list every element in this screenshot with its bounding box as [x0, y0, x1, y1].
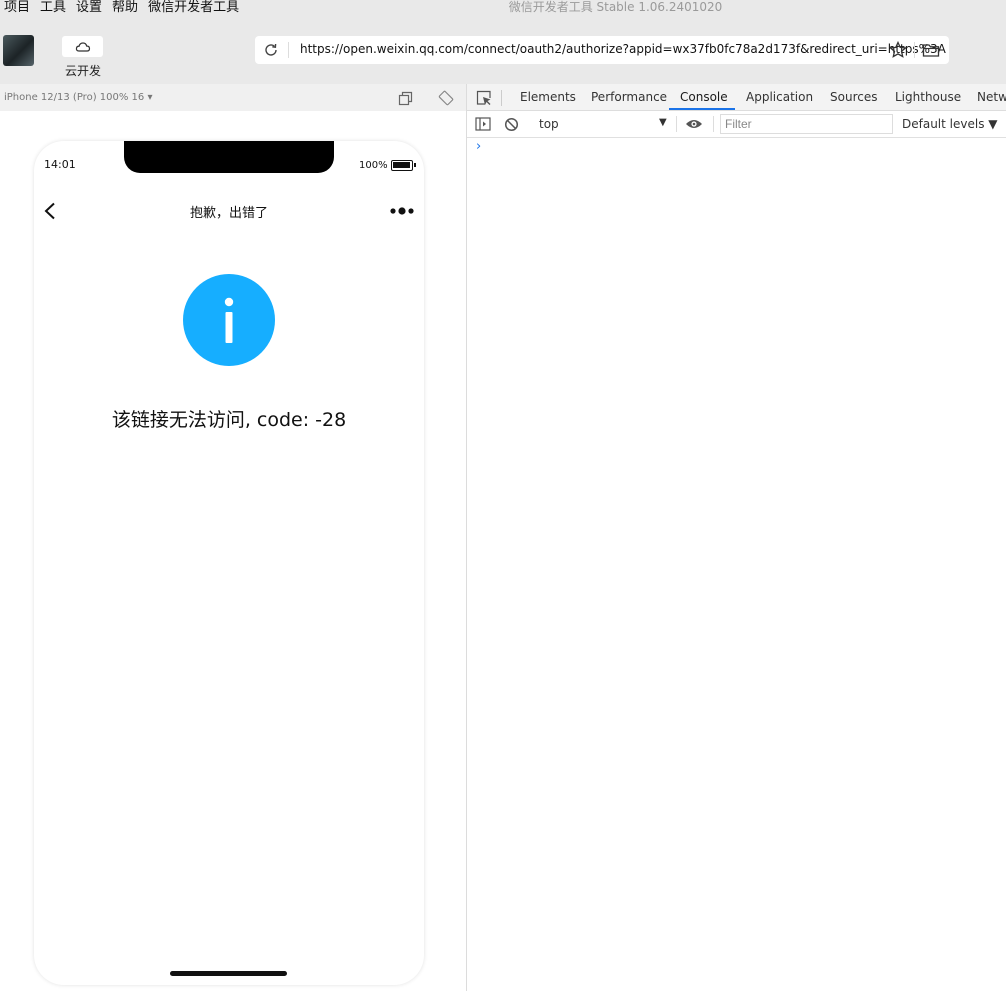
inspect-element-icon[interactable]	[476, 90, 492, 106]
address-separator-2	[914, 42, 915, 58]
dropdown-icon[interactable]: ▼	[659, 117, 667, 128]
battery-percent: 100%	[359, 160, 388, 171]
tab-network[interactable]: Netw	[977, 90, 1006, 104]
tab-application[interactable]: Application	[746, 90, 813, 104]
log-levels-dropdown[interactable]: Default levels ▼	[902, 117, 998, 131]
context-selector[interactable]: top	[539, 117, 559, 131]
console-prompt[interactable]: ›	[476, 139, 481, 154]
phone-frame: 14:01 100% 抱歉，出错了 该链接无法访问, code: -28	[34, 141, 424, 985]
window-title: 微信开发者工具 Stable 1.06.2401020	[508, 0, 723, 14]
clear-console-icon[interactable]	[504, 117, 519, 132]
eye-icon[interactable]	[685, 118, 703, 130]
tab-elements[interactable]: Elements	[520, 90, 576, 104]
star-icon[interactable]	[889, 41, 907, 59]
sidebar-toggle-icon[interactable]	[475, 117, 491, 131]
console-separator-2	[713, 116, 714, 132]
tab-sources[interactable]: Sources	[830, 90, 877, 104]
rotate-icon[interactable]	[438, 90, 454, 106]
console-separator	[676, 116, 677, 132]
filter-input[interactable]	[720, 114, 893, 134]
toolbar: 云开发 https://open.weixin.qq.com/connect/o…	[0, 16, 1006, 84]
url-text[interactable]: https://open.weixin.qq.com/connect/oauth…	[300, 42, 946, 56]
home-indicator	[170, 971, 287, 976]
menubar: 项目 工具 设置 帮助 微信开发者工具 微信开发者工具 Stable 1.06.…	[0, 0, 1006, 16]
status-time: 14:01	[44, 158, 76, 171]
nav-title: 抱歉，出错了	[189, 206, 268, 221]
folder-icon[interactable]	[922, 42, 940, 58]
cloud-icon	[75, 41, 90, 52]
simulator-toolbar: iPhone 12/13 (Pro) 100% 16 ▾	[0, 84, 466, 111]
device-selector[interactable]: iPhone 12/13 (Pro) 100% 16 ▾	[4, 92, 152, 103]
tab-console[interactable]: Console	[680, 90, 728, 104]
tab-performance[interactable]: Performance	[591, 90, 667, 104]
phone-notch	[124, 141, 334, 173]
cloud-dev-button[interactable]	[62, 36, 103, 57]
avatar[interactable]	[3, 35, 34, 66]
active-tab-indicator	[669, 108, 735, 110]
more-icon[interactable]	[390, 205, 414, 217]
address-separator	[288, 42, 289, 58]
error-message: 该链接无法访问, code: -28	[111, 409, 347, 431]
info-icon	[183, 274, 275, 366]
console-toolbar: top ▼ Default levels ▼	[467, 111, 1006, 138]
address-bar[interactable]: https://open.weixin.qq.com/connect/oauth…	[255, 36, 949, 64]
popout-icon[interactable]	[398, 91, 413, 106]
devtools-tabbar: Elements Performance Console Application…	[467, 84, 1006, 111]
tab-lighthouse[interactable]: Lighthouse	[895, 90, 961, 104]
devtools-separator	[501, 90, 502, 106]
cloud-dev-label: 云开发	[64, 64, 101, 78]
pane-divider[interactable]	[466, 84, 467, 991]
battery-icon	[391, 160, 416, 171]
reload-icon[interactable]	[263, 42, 279, 58]
